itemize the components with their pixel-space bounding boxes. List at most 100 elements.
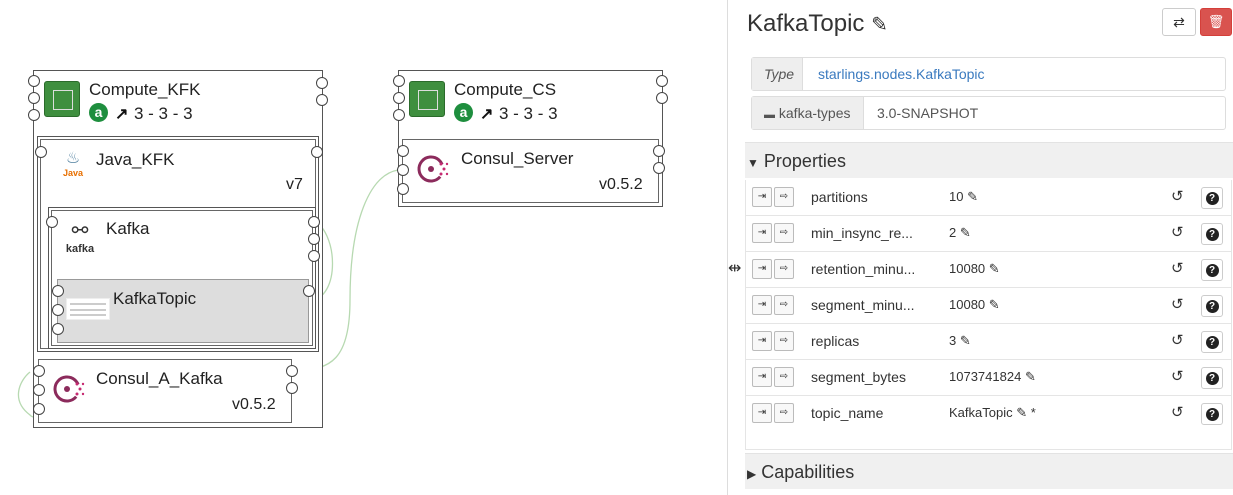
reset-icon[interactable]: ↺ — [1171, 180, 1184, 214]
output-icon[interactable]: ⇨ — [774, 223, 794, 243]
output-icon[interactable]: ⇨ — [774, 295, 794, 315]
property-name: retention_minu... — [811, 261, 916, 277]
node-details-panel: KafkaTopic ✎ ⇄ 🗑 Type starlings.nodes.Ka… — [745, 0, 1233, 495]
input-icon[interactable]: ⇥ — [752, 331, 772, 351]
port[interactable] — [656, 92, 668, 104]
port[interactable] — [308, 233, 320, 245]
node-version: v0.5.2 — [599, 176, 643, 193]
port[interactable] — [46, 216, 58, 228]
type-row: Type starlings.nodes.KafkaTopic — [751, 57, 1226, 91]
property-value[interactable]: 3 ✎ — [949, 324, 971, 358]
property-value[interactable]: 10080 ✎ — [949, 288, 1000, 322]
port[interactable] — [52, 285, 64, 297]
port[interactable] — [33, 403, 45, 415]
help-button[interactable]: ? — [1201, 259, 1223, 281]
kafka-topic-node[interactable]: KafkaTopic — [52, 279, 315, 343]
reset-icon[interactable]: ↺ — [1171, 396, 1184, 430]
port[interactable] — [28, 75, 40, 87]
port[interactable] — [35, 146, 47, 158]
capabilities-section-header[interactable]: ▶ Capabilities — [745, 453, 1233, 489]
kafka-topic-thumbnail-icon — [66, 298, 110, 320]
port[interactable] — [316, 77, 328, 89]
port[interactable] — [286, 382, 298, 394]
edit-icon[interactable]: ✎ — [871, 14, 888, 36]
port[interactable] — [28, 109, 40, 121]
property-value[interactable]: 10 ✎ — [949, 180, 978, 214]
port[interactable] — [286, 365, 298, 377]
type-label: Type — [752, 58, 803, 90]
port[interactable] — [308, 216, 320, 228]
port[interactable] — [393, 92, 405, 104]
help-button[interactable]: ? — [1201, 367, 1223, 389]
help-button[interactable]: ? — [1201, 187, 1223, 209]
reset-icon[interactable]: ↺ — [1171, 288, 1184, 322]
delete-button[interactable]: 🗑 — [1200, 8, 1232, 36]
node-title: Consul_A_Kafka — [96, 369, 223, 388]
property-name: partitions — [811, 189, 868, 205]
compute-kfk-node[interactable]: Compute_KFK a ↗ 3 - 3 - 3 ♨ Java Java_KF… — [28, 70, 328, 428]
output-icon[interactable]: ⇨ — [774, 259, 794, 279]
port[interactable] — [397, 164, 409, 176]
help-button[interactable]: ? — [1201, 295, 1223, 317]
port[interactable] — [33, 365, 45, 377]
input-icon[interactable]: ⇥ — [752, 403, 772, 423]
output-icon[interactable]: ⇨ — [774, 403, 794, 423]
port[interactable] — [311, 146, 323, 158]
property-value[interactable]: 10080 ✎ — [949, 252, 1000, 286]
reset-icon[interactable]: ↺ — [1171, 252, 1184, 286]
consul-logo-icon — [417, 152, 451, 186]
port[interactable] — [393, 109, 405, 121]
port[interactable] — [656, 75, 668, 87]
edit-icon: ✎ — [988, 297, 1000, 312]
output-icon[interactable]: ⇨ — [774, 367, 794, 387]
deployed-status-icon: a — [89, 103, 108, 122]
output-icon[interactable]: ⇨ — [774, 331, 794, 351]
compute-cs-node[interactable]: Compute_CS a ↗ 3 - 3 - 3 Consul_Server v… — [393, 70, 668, 207]
output-icon[interactable]: ⇨ — [774, 187, 794, 207]
edit-icon: ✎ — [959, 333, 971, 348]
property-row: ⇥ ⇨ segment_bytes 1073741824 ✎ ↺ ? — [746, 360, 1232, 396]
port[interactable] — [52, 304, 64, 316]
reset-icon[interactable]: ↺ — [1171, 360, 1184, 394]
port[interactable] — [393, 75, 405, 87]
port[interactable] — [33, 384, 45, 396]
java-kfk-node[interactable]: ♨ Java Java_KFK v7 ⚯ kafka Kafka KafkaTo… — [35, 139, 323, 349]
property-name: segment_bytes — [811, 369, 906, 385]
resize-handle-icon[interactable]: ⇹ — [728, 258, 741, 278]
input-icon[interactable]: ⇥ — [752, 259, 772, 279]
port[interactable] — [52, 323, 64, 335]
node-title: Kafka — [106, 219, 150, 238]
topology-canvas[interactable]: Compute_KFK a ↗ 3 - 3 - 3 ♨ Java Java_KF… — [0, 0, 727, 495]
property-value[interactable]: KafkaTopic ✎ * — [949, 396, 1036, 430]
kafka-node[interactable]: ⚯ kafka Kafka KafkaTopic — [46, 210, 320, 346]
consul-server-node[interactable]: Consul_Server v0.5.2 — [397, 139, 665, 203]
consul-a-kafka-node[interactable]: Consul_A_Kafka v0.5.2 — [33, 359, 298, 423]
port[interactable] — [653, 162, 665, 174]
reset-icon[interactable]: ↺ — [1171, 324, 1184, 358]
port[interactable] — [303, 285, 315, 297]
reset-icon[interactable]: ↺ — [1171, 216, 1184, 250]
node-title: Consul_Server — [461, 149, 574, 168]
port[interactable] — [308, 250, 320, 262]
port[interactable] — [28, 92, 40, 104]
port[interactable] — [397, 145, 409, 157]
input-icon[interactable]: ⇥ — [752, 295, 772, 315]
node-title: Compute_CS — [454, 80, 557, 99]
properties-section-header[interactable]: ▼ Properties — [745, 142, 1233, 178]
input-icon[interactable]: ⇥ — [752, 223, 772, 243]
type-link[interactable]: starlings.nodes.KafkaTopic — [818, 58, 985, 90]
kafka-logo-icon: ⚯ kafka — [65, 220, 95, 255]
help-button[interactable]: ? — [1201, 223, 1223, 245]
property-value[interactable]: 1073741824 ✎ — [949, 360, 1036, 394]
edit-icon: ✎ — [988, 261, 1000, 276]
property-value[interactable]: 2 ✎ — [949, 216, 971, 250]
swap-button[interactable]: ⇄ — [1162, 8, 1196, 36]
help-button[interactable]: ? — [1201, 331, 1223, 353]
input-icon[interactable]: ⇥ — [752, 367, 772, 387]
port[interactable] — [653, 145, 665, 157]
port[interactable] — [397, 183, 409, 195]
help-button[interactable]: ? — [1201, 403, 1223, 425]
consul-logo-icon — [53, 372, 87, 406]
input-icon[interactable]: ⇥ — [752, 187, 772, 207]
port[interactable] — [316, 94, 328, 106]
